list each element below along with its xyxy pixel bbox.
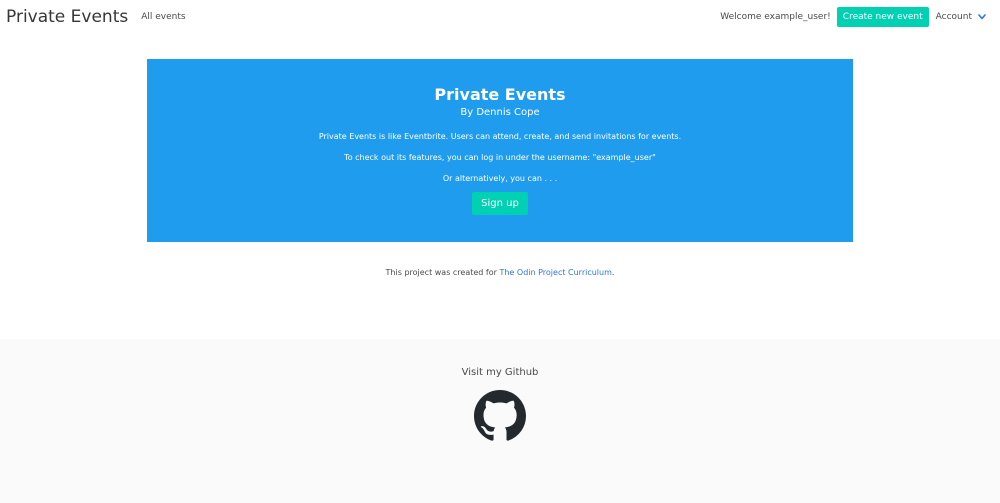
welcome-text: Welcome example_user! — [720, 12, 831, 22]
navbar: Private Events All events Welcome exampl… — [0, 0, 1000, 34]
credit-text: This project was created for The Odin Pr… — [0, 268, 1000, 277]
footer: Visit my Github — [0, 339, 1000, 503]
hero-title: Private Events — [434, 85, 566, 104]
hero-alternative-text: Or alternatively, you can . . . — [442, 174, 558, 183]
github-icon[interactable] — [474, 390, 526, 442]
credit-suffix: . — [611, 268, 615, 277]
footer-github-text: Visit my Github — [461, 367, 539, 378]
navbar-right: Welcome example_user! Create new event A… — [720, 7, 994, 27]
sign-up-button[interactable]: Sign up — [472, 192, 528, 215]
navbar-left: Private Events All events — [6, 7, 186, 27]
create-event-button[interactable]: Create new event — [836, 7, 929, 27]
hero-banner: Private Events By Dennis Cope Private Ev… — [147, 59, 853, 242]
chevron-down-icon — [978, 14, 986, 20]
brand-link[interactable]: Private Events — [6, 7, 128, 27]
all-events-link[interactable]: All events — [141, 12, 185, 22]
hero-subtitle: By Dennis Cope — [460, 107, 540, 118]
hero-login-hint: To check out its features, you can log i… — [344, 153, 656, 162]
hero-description: Private Events is like Eventbrite. Users… — [318, 132, 682, 141]
account-label: Account — [935, 12, 972, 22]
odin-project-link[interactable]: The Odin Project Curriculum — [499, 268, 611, 277]
credit-prefix: This project was created for — [385, 268, 500, 277]
account-dropdown[interactable]: Account — [936, 12, 987, 22]
